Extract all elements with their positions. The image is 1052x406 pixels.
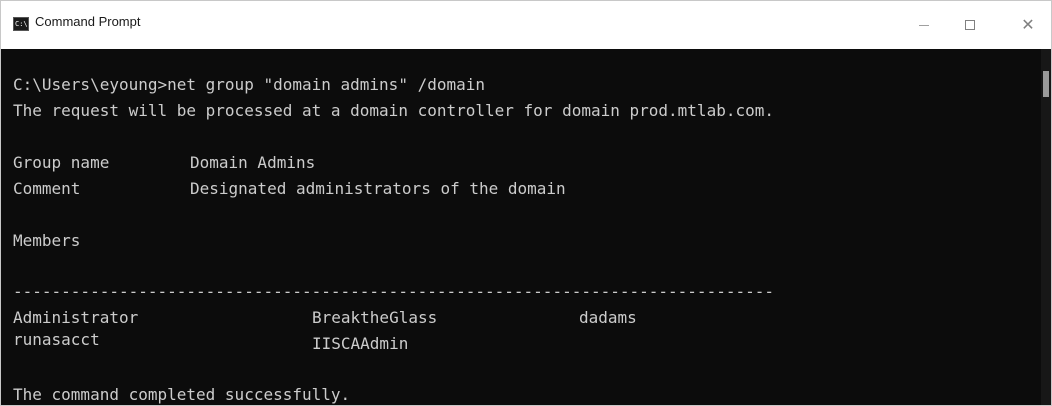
member-iiscaadmin: IISCAAdmin (312, 334, 409, 353)
scrollbar-thumb[interactable] (1043, 71, 1049, 97)
close-button[interactable]: ✕ (1005, 1, 1051, 49)
console-output[interactable]: C:\Users\eyoung>net group "domain admins… (1, 49, 1041, 405)
command-prompt-icon: C:\ (13, 17, 29, 31)
vertical-scrollbar[interactable] (1041, 49, 1051, 405)
member-runasacct: runasacct (13, 330, 100, 349)
command-prompt-window: C:\ Command Prompt ✕ C:\Users\eyoung>net… (0, 0, 1052, 406)
comment-label: Comment (13, 179, 81, 198)
completion-message: The command completed successfully. (13, 385, 351, 404)
separator-line: ----------------------------------------… (13, 282, 774, 301)
minimize-button[interactable] (901, 1, 947, 49)
maximize-icon (965, 20, 975, 30)
request-line: The request will be processed at a domai… (13, 101, 774, 120)
member-administrator: Administrator (13, 308, 139, 327)
member-breaktheglass: BreaktheGlass (312, 308, 438, 327)
members-label: Members (13, 231, 81, 250)
comment-value: Designated administrators of the domain (190, 179, 566, 198)
member-dadams: dadams (579, 308, 637, 327)
window-title: Command Prompt (35, 14, 141, 29)
title-bar[interactable]: C:\ Command Prompt ✕ (1, 1, 1051, 49)
group-name-label: Group name (13, 153, 110, 172)
maximize-button[interactable] (947, 1, 993, 49)
minimize-icon (919, 24, 929, 26)
command-line: C:\Users\eyoung>net group "domain admins… (13, 75, 486, 94)
close-icon: ✕ (1021, 15, 1035, 34)
group-name-value: Domain Admins (190, 153, 316, 172)
